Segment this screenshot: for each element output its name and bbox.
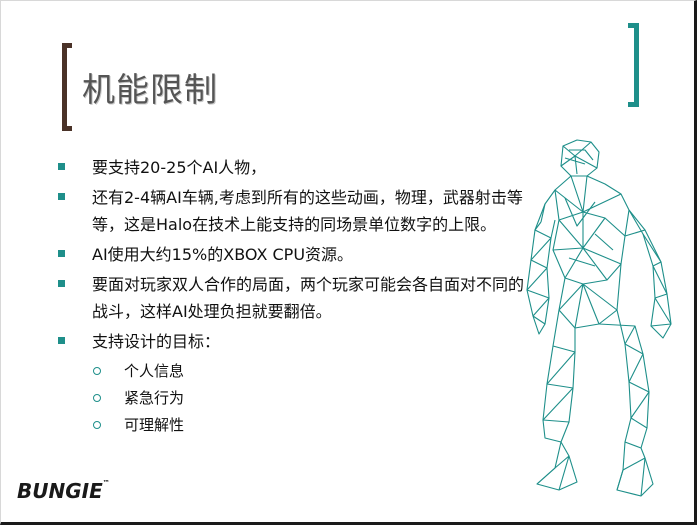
bullet-list: 要支持20-25个AI人物， 还有2-4辆AI车辆,考虑到所有的这些动画，物理，…: [58, 154, 528, 439]
circle-bullet-icon: [93, 421, 101, 429]
title-bracket-left: [62, 43, 72, 131]
square-bullet-icon: [58, 250, 65, 257]
bullet-text: 要支持20-25个AI人物，: [92, 158, 267, 177]
bullet-text: 要面对玩家双人合作的局面，两个玩家可能会各自面对不同的战斗，这样AI处理负担就要…: [92, 275, 525, 321]
square-bullet-icon: [58, 337, 65, 344]
sub-bullet-item: 紧急行为: [58, 385, 528, 412]
wireframe-character-image: [526, 139, 672, 497]
bullet-item: 要支持20-25个AI人物，: [58, 154, 528, 181]
circle-bullet-icon: [93, 394, 101, 402]
square-bullet-icon: [58, 280, 65, 287]
bungie-logo: BUNGIE™: [17, 479, 110, 503]
sub-bullet-item: 个人信息: [58, 358, 528, 385]
logo-text: BUNGIE: [17, 479, 103, 503]
bullet-item: AI使用大约15%的XBOX CPU资源。: [58, 241, 528, 268]
circle-bullet-icon: [93, 367, 101, 375]
trademark-symbol: ™: [102, 479, 110, 487]
sub-bullet-item: 可理解性: [58, 412, 528, 439]
sub-bullet-text: 紧急行为: [124, 389, 185, 407]
bullet-text: 还有2-4辆AI车辆,考虑到所有的这些动画，物理，武器射击等等，这是Halo在技…: [92, 188, 523, 234]
sub-bullet-text: 可理解性: [124, 416, 185, 434]
sub-bullet-text: 个人信息: [124, 362, 185, 380]
bullet-item: 要面对玩家双人合作的局面，两个玩家可能会各自面对不同的战斗，这样AI处理负担就要…: [58, 271, 528, 325]
bullet-text: AI使用大约15%的XBOX CPU资源。: [92, 245, 354, 264]
bullet-item: 支持设计的目标：: [58, 328, 528, 355]
slide-title: 机能限制: [82, 70, 218, 109]
square-bullet-icon: [58, 193, 65, 200]
square-bullet-icon: [58, 163, 65, 170]
bullet-text: 支持设计的目标：: [92, 332, 221, 351]
bullet-item: 还有2-4辆AI车辆,考虑到所有的这些动画，物理，武器射击等等，这是Halo在技…: [58, 184, 528, 238]
title-bracket-right: [628, 23, 639, 107]
